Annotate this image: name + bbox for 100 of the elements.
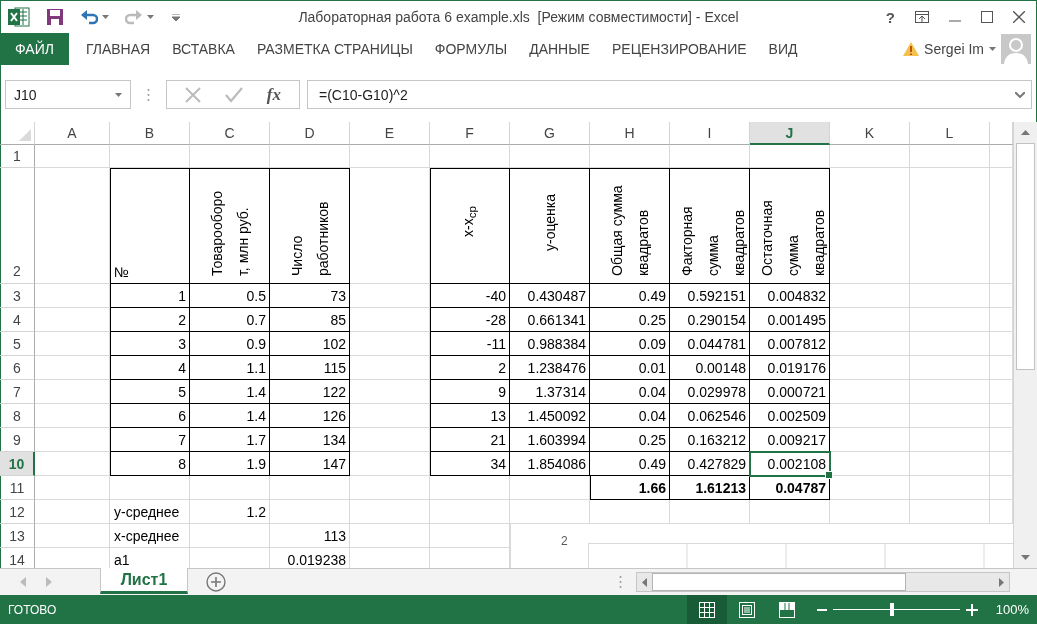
column-header[interactable]: J xyxy=(750,122,830,145)
scroll-down-icon[interactable] xyxy=(1021,555,1030,560)
zoom-in-icon[interactable] xyxy=(965,603,978,616)
ribbon-tab[interactable]: РАЗМЕТКА СТРАНИЦЫ xyxy=(239,41,413,57)
row-header[interactable]: 11 xyxy=(0,476,35,500)
fill-handle[interactable] xyxy=(825,471,833,479)
table-cell: -40 xyxy=(430,284,510,308)
help-button[interactable]: ? xyxy=(885,8,895,26)
column-header[interactable]: F xyxy=(430,122,510,145)
table-cell: 1.1 xyxy=(190,356,270,380)
expand-caret-icon[interactable] xyxy=(1015,91,1025,98)
normal-view-button[interactable] xyxy=(686,595,727,624)
table-cell: 8 xyxy=(110,452,190,476)
scroll-up-icon[interactable] xyxy=(1021,130,1030,135)
vertical-scrollbar[interactable] xyxy=(1013,122,1037,568)
column-header[interactable]: K xyxy=(830,122,910,145)
column-header[interactable]: G xyxy=(510,122,590,145)
ribbon-display-icon[interactable] xyxy=(915,11,929,23)
table-cell: 4 xyxy=(110,356,190,380)
save-icon[interactable] xyxy=(46,8,64,26)
table-cell: 1.37314 xyxy=(510,380,590,404)
row-header[interactable]: 6 xyxy=(0,356,35,380)
scroll-left-icon[interactable] xyxy=(642,577,647,587)
table-cell: 0.592151 xyxy=(670,284,750,308)
row-header[interactable]: 8 xyxy=(0,404,35,428)
table-cell: 0.002509 xyxy=(750,404,830,428)
close-icon[interactable] xyxy=(1013,11,1025,23)
table-cell: 102 xyxy=(270,332,350,356)
ribbon-tab[interactable]: РЕЦЕНЗИРОВАНИЕ xyxy=(594,41,747,57)
table-cell: 0.007812 xyxy=(750,332,830,356)
table-cell: 1.66 xyxy=(590,476,670,500)
table-cell: 13 xyxy=(430,404,510,428)
grip-icon xyxy=(619,575,622,589)
user-name[interactable]: Sergei Im xyxy=(924,41,984,57)
table-cell: 0.290154 xyxy=(670,308,750,332)
row-header[interactable]: 7 xyxy=(0,380,35,404)
column-header[interactable]: D xyxy=(270,122,350,145)
table-cell: 0.25 xyxy=(590,428,670,452)
excel-logo-icon[interactable] xyxy=(8,7,30,27)
table-cell: 115 xyxy=(270,356,350,380)
axis-label: 2 xyxy=(561,534,568,548)
column-header[interactable]: B xyxy=(110,122,190,145)
zoom-level[interactable]: 100% xyxy=(995,602,1029,617)
column-header[interactable]: A xyxy=(35,122,110,145)
caret-icon[interactable] xyxy=(102,15,109,19)
row-header[interactable]: 1 xyxy=(0,145,35,168)
table-cell: 0.00148 xyxy=(670,356,750,380)
file-tab[interactable]: ФАЙЛ xyxy=(0,33,69,65)
table-cell: 2 xyxy=(430,356,510,380)
ribbon-tab[interactable]: ГЛАВНАЯ xyxy=(68,41,151,57)
table-cell: y-среднее xyxy=(110,500,190,524)
scroll-thumb[interactable] xyxy=(652,573,906,591)
row-header[interactable]: 12 xyxy=(0,500,35,524)
row-header[interactable]: 4 xyxy=(0,308,35,332)
column-header[interactable]: E xyxy=(350,122,430,145)
caret-icon[interactable] xyxy=(115,92,122,97)
formula-field[interactable]: =(C10-G10)^2 xyxy=(307,80,1032,109)
grip-icon xyxy=(147,87,150,102)
scroll-thumb[interactable] xyxy=(1016,143,1035,370)
maximize-icon[interactable] xyxy=(981,11,993,23)
table-cell: 1 xyxy=(110,284,190,308)
scroll-right-icon[interactable] xyxy=(999,577,1004,587)
customize-caret-icon[interactable] xyxy=(172,13,180,21)
caret-icon[interactable] xyxy=(989,47,996,51)
column-header[interactable]: H xyxy=(590,122,670,145)
table-cell: -11 xyxy=(430,332,510,356)
table-cell: 0.04 xyxy=(590,380,670,404)
table-cell: 0.49 xyxy=(590,284,670,308)
row-header[interactable]: 10 xyxy=(0,452,35,476)
table-cell: 147 xyxy=(270,452,350,476)
column-header[interactable]: C xyxy=(190,122,270,145)
table-cell: 2 xyxy=(110,308,190,332)
table-cell: 0.427829 xyxy=(670,452,750,476)
insert-function-button[interactable]: fx xyxy=(266,84,281,105)
row-header[interactable]: 2 xyxy=(0,168,35,284)
table-cell: x-среднее xyxy=(110,524,190,548)
table-cell: 0.5 xyxy=(190,284,270,308)
add-sheet-icon[interactable] xyxy=(206,572,226,592)
row-header[interactable]: 3 xyxy=(0,284,35,308)
table-cell: 73 xyxy=(270,284,350,308)
table-cell: 0.019176 xyxy=(750,356,830,380)
sheet-tab[interactable]: Лист1 xyxy=(100,568,188,594)
undo-icon[interactable] xyxy=(80,8,98,26)
caret-icon[interactable] xyxy=(147,15,154,19)
ribbon-tab[interactable]: ДАННЫЕ xyxy=(512,41,590,57)
row-header[interactable]: 5 xyxy=(0,332,35,356)
name-box[interactable]: J10 xyxy=(5,80,131,109)
ribbon-tab[interactable]: ФОРМУЛЫ xyxy=(417,41,508,57)
selected-cell[interactable]: 0.002108 xyxy=(750,452,830,476)
table-cell: 85 xyxy=(270,308,350,332)
column-header[interactable]: L xyxy=(910,122,990,145)
ribbon-tab[interactable]: ВИД xyxy=(751,41,798,57)
table-cell: 113 xyxy=(270,524,350,548)
window-title: Лабораторная работа 6 example.xls [Режим совместимости] - Excel xyxy=(298,9,739,25)
table-cell: 0.009217 xyxy=(750,428,830,452)
table-cell: 0.000721 xyxy=(750,380,830,404)
warning-icon[interactable] xyxy=(903,42,920,56)
horizontal-scrollbar[interactable] xyxy=(636,572,1010,592)
row-header[interactable]: 13 xyxy=(0,524,35,548)
ribbon-tab[interactable]: ВСТАВКА xyxy=(155,41,235,57)
